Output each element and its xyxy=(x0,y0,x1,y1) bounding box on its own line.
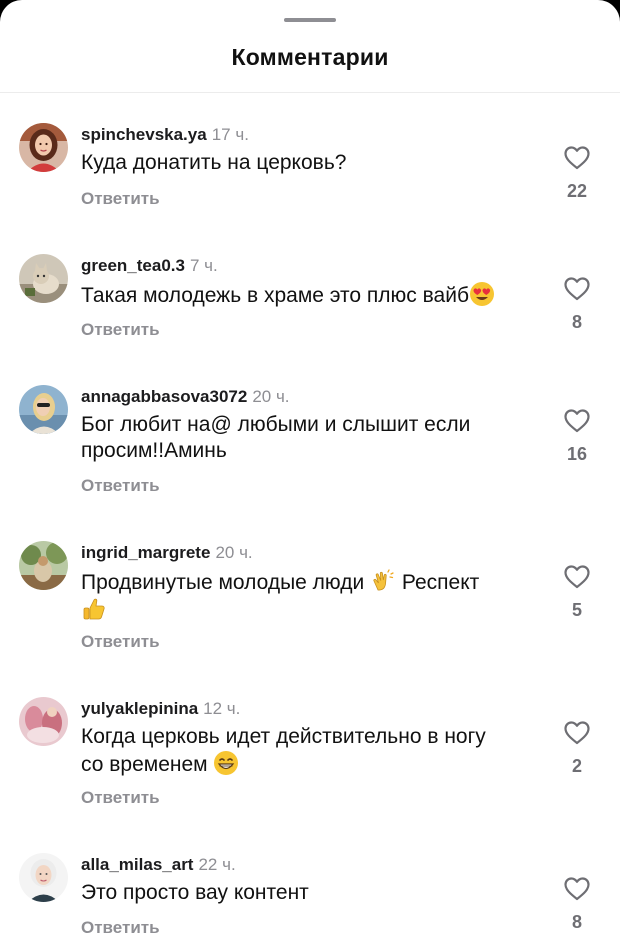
comment-username[interactable]: spinchevska.ya xyxy=(81,125,207,144)
comment-text: Куда донатить на церковь? xyxy=(81,150,531,176)
comment-text-line: со временем xyxy=(81,753,208,776)
reply-button[interactable]: Ответить xyxy=(81,189,160,209)
comment-time: 12 ч. xyxy=(203,699,241,718)
heart-eyes-emoji xyxy=(469,281,495,307)
like-count: 22 xyxy=(566,181,588,201)
heart-icon[interactable] xyxy=(564,409,590,433)
heart-icon[interactable] xyxy=(564,565,590,589)
like-count: 8 xyxy=(571,312,582,332)
heart-icon[interactable] xyxy=(564,277,590,301)
comment-meta: alla_milas_art 22 ч. xyxy=(81,855,236,875)
like-group: 22 xyxy=(556,146,598,202)
avatar[interactable] xyxy=(19,254,68,303)
comment-text: Продвинутые молодые люди Респект xyxy=(81,568,531,624)
comment-time: 20 ч. xyxy=(215,543,253,562)
like-group: 2 xyxy=(556,721,598,777)
comment-text-line: Куда донатить на церковь? xyxy=(81,151,347,174)
comment-text-segment: Респект xyxy=(401,571,480,594)
reply-button[interactable]: Ответить xyxy=(81,320,160,340)
profile-photo-woman xyxy=(19,123,68,172)
avatar[interactable] xyxy=(19,541,68,590)
sheet-grabber-handle[interactable] xyxy=(284,18,336,22)
reply-button[interactable]: Ответить xyxy=(81,632,160,652)
like-count: 5 xyxy=(571,600,582,620)
comment-username[interactable]: ingrid_margrete xyxy=(81,543,210,562)
comment-username[interactable]: annagabbasova3072 xyxy=(81,387,247,406)
profile-photo-woman-light xyxy=(19,853,68,902)
avatar[interactable] xyxy=(19,385,68,434)
comment-text-line: Бог любит на@ любыми и слышит если xyxy=(81,413,471,436)
comments-sheet: Комментарии spinchevska.ya 17 ч. Куда дон… xyxy=(0,0,620,951)
comment-text-segment: Продвинутые молодые люди xyxy=(81,571,365,594)
like-count: 8 xyxy=(571,912,582,932)
avatar[interactable] xyxy=(19,697,68,746)
comment-meta: spinchevska.ya 17 ч. xyxy=(81,125,249,145)
comment-username[interactable]: green_tea0.3 xyxy=(81,256,185,275)
thumbs-up-emoji xyxy=(81,596,107,622)
like-group: 16 xyxy=(556,409,598,465)
comment-meta: yulyaklepinina 12 ч. xyxy=(81,699,240,719)
clapping-hands-emoji xyxy=(370,568,396,594)
comment-username[interactable]: alla_milas_art xyxy=(81,855,193,874)
heart-icon[interactable] xyxy=(564,721,590,745)
comment-text: Такая молодежь в храме это плюс вайб xyxy=(81,281,531,309)
comment-text-line: Такая молодежь в храме это плюс вайб xyxy=(81,284,469,307)
reply-button[interactable]: Ответить xyxy=(81,918,160,938)
avatar[interactable] xyxy=(19,853,68,902)
like-count: 2 xyxy=(571,756,582,776)
profile-photo-cat xyxy=(19,254,68,303)
like-count: 16 xyxy=(566,444,588,464)
comment-time: 17 ч. xyxy=(211,125,249,144)
comment-username[interactable]: yulyaklepinina xyxy=(81,699,198,718)
profile-photo-pink xyxy=(19,697,68,746)
reply-button[interactable]: Ответить xyxy=(81,476,160,496)
heart-icon[interactable] xyxy=(564,877,590,901)
heart-icon[interactable] xyxy=(564,146,590,170)
comment-time: 7 ч. xyxy=(189,256,218,275)
like-group: 8 xyxy=(556,277,598,333)
reply-button[interactable]: Ответить xyxy=(81,788,160,808)
comment-time: 22 ч. xyxy=(198,855,236,874)
like-group: 5 xyxy=(556,565,598,621)
comment-text: Бог любит на@ любыми и слышит если проси… xyxy=(81,412,531,464)
profile-photo-woman-blonde xyxy=(19,385,68,434)
header-divider xyxy=(0,92,620,93)
comment-time: 20 ч. xyxy=(252,387,290,406)
like-group: 8 xyxy=(556,877,598,933)
comment-text-line: Это просто вау контент xyxy=(81,881,309,904)
comment-meta: green_tea0.3 7 ч. xyxy=(81,256,218,276)
grinning-face-emoji xyxy=(213,750,239,776)
comment-meta: ingrid_margrete 20 ч. xyxy=(81,543,253,563)
profile-photo-garden xyxy=(19,541,68,590)
sheet-title: Комментарии xyxy=(231,44,389,70)
avatar[interactable] xyxy=(19,123,68,172)
comment-text-line: просим!!Аминь xyxy=(81,439,227,462)
comment-text-line: Когда церковь идет действительно в ногу xyxy=(81,725,486,748)
comment-meta: annagabbasova3072 20 ч. xyxy=(81,387,290,407)
comment-text: Это просто вау контент xyxy=(81,880,531,906)
comment-text: Когда церковь идет действительно в ногу … xyxy=(81,724,531,778)
